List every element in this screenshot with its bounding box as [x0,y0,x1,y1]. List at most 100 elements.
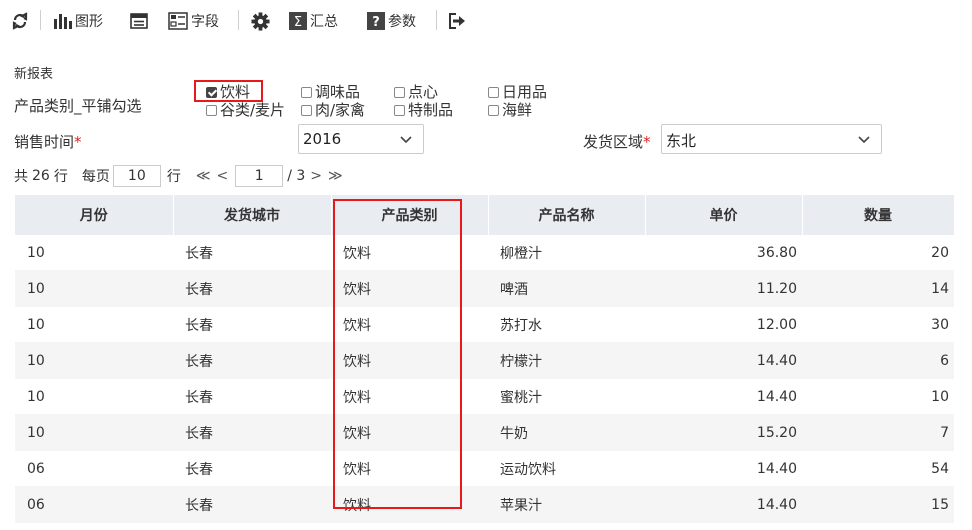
cell-quantity: 14 [802,270,954,307]
sales-time-select[interactable]: 2016 [298,124,424,154]
report-title: 新报表 [14,67,54,82]
cell-city: 长春 [173,414,331,451]
cell-city: 长春 [173,342,331,379]
table-layout-icon [130,13,148,29]
table-header-row: 月份 发货城市 产品类别 产品名称 单价 数量 [15,195,955,235]
cell-product: 蜜桃汁 [488,378,645,415]
cell-month: 10 [15,306,173,343]
category-option-meat[interactable]: 肉/家禽 [301,102,365,118]
region-value: 东北 [666,132,697,150]
cell-price: 14.40 [645,378,802,415]
table-row: 10 长春 饮料 牛奶 15.20 7 [15,414,954,451]
column-header-category[interactable]: 产品类别 [331,195,489,235]
param-button-label: 参数 [388,14,416,30]
column-header-product[interactable]: 产品名称 [488,195,646,235]
category-option-seafood[interactable]: 海鲜 [488,102,532,118]
cell-city: 长春 [173,486,331,523]
cell-price: 14.40 [645,450,802,487]
param-button[interactable]: ? 参数 [367,9,416,33]
cell-category: 饮料 [331,235,488,271]
data-table: 月份 发货城市 产品类别 产品名称 单价 数量 10 长春 饮料 柳橙汁 36.… [15,195,955,523]
chart-button-label: 图形 [75,14,103,30]
table-row: 06 长春 饮料 苹果汁 14.40 15 [15,486,954,523]
cell-month: 10 [15,378,173,415]
category-filter-label: 产品类别_平铺勾选 [14,97,142,115]
checkbox-icon [488,104,499,116]
sigma-icon: Σ [289,12,307,30]
cell-city: 长春 [173,270,331,307]
cell-product: 苏打水 [488,306,645,343]
cell-price: 14.40 [645,486,802,523]
category-option-condiment[interactable]: 调味品 [301,84,360,100]
cell-city: 长春 [173,306,331,343]
cell-price: 14.40 [645,342,802,379]
column-header-city[interactable]: 发货城市 [173,195,332,235]
cell-city: 长春 [173,235,331,271]
chevron-down-icon [399,132,413,150]
cell-category: 饮料 [331,342,488,379]
page-input[interactable]: 1 [235,165,284,187]
category-option-snack[interactable]: 点心 [394,84,438,100]
table-row: 10 长春 饮料 柠檬汁 14.40 6 [15,342,954,379]
cell-city: 长春 [173,378,331,415]
column-header-quantity[interactable]: 数量 [802,195,955,235]
settings-button[interactable] [251,9,270,33]
chevron-down-icon [857,132,871,150]
field-button[interactable]: 字段 [168,9,219,33]
column-header-month[interactable]: 月份 [15,195,174,235]
export-icon [448,12,466,30]
cell-price: 36.80 [645,235,802,271]
cell-category: 饮料 [331,270,488,307]
cell-category: 饮料 [331,486,488,523]
table-row: 06 长春 饮料 运动饮料 14.40 54 [15,450,954,487]
total-suffix: 行 [53,169,68,185]
checkbox-icon [206,104,217,116]
svg-text:Σ: Σ [294,15,302,30]
layout-button[interactable] [130,9,148,33]
category-option-label: 肉/家禽 [315,101,366,119]
next-page-button[interactable]: > [307,168,325,184]
checkbox-icon [488,86,499,98]
toolbar-divider [238,10,239,30]
column-header-price[interactable]: 单价 [645,195,803,235]
cell-month: 10 [15,270,173,307]
total-prefix: 共 [14,169,28,185]
checkbox-checked-icon [206,86,217,98]
cell-product: 柠檬汁 [488,342,645,379]
category-option-daily[interactable]: 日用品 [488,84,547,100]
category-option-label: 日用品 [502,83,548,101]
category-option-beverage[interactable]: 饮料 [206,84,250,100]
question-icon: ? [367,12,385,30]
cell-category: 饮料 [331,306,488,343]
last-page-button[interactable]: ≫ [325,168,346,184]
table-row: 10 长春 饮料 苏打水 12.00 30 [15,306,954,343]
per-page-suffix: 行 [166,169,181,185]
cell-month: 06 [15,450,173,487]
cell-quantity: 10 [802,378,954,415]
region-label-text: 发货区域 [583,133,644,151]
category-option-label: 海鲜 [502,101,533,119]
per-page-input[interactable]: 10 [112,165,161,187]
gear-icon [251,11,270,31]
cell-product: 运动饮料 [488,450,645,487]
pagination-bar: 共 26 行 每页 10 行 ≪ < 1 / 3 > ≫ [14,164,346,188]
export-button[interactable] [448,9,466,33]
cell-month: 06 [15,486,173,523]
category-option-label: 饮料 [220,83,251,101]
category-option-label: 调味品 [315,83,361,101]
page-total: / 3 [287,168,306,184]
checkbox-icon [394,86,405,98]
refresh-button[interactable] [12,9,28,33]
region-select[interactable]: 东北 [661,124,882,154]
category-option-cereal[interactable]: 谷类/麦片 [206,102,285,118]
summary-button[interactable]: Σ 汇总 [289,9,338,33]
cell-quantity: 20 [802,235,954,271]
cell-quantity: 7 [802,414,954,451]
first-page-button[interactable]: ≪ [193,168,214,184]
required-mark: * [643,133,651,151]
category-option-special[interactable]: 特制品 [394,102,453,118]
checkbox-icon [394,104,405,116]
bar-chart-icon [54,13,72,29]
prev-page-button[interactable]: < [213,168,231,184]
chart-button[interactable]: 图形 [54,9,103,33]
